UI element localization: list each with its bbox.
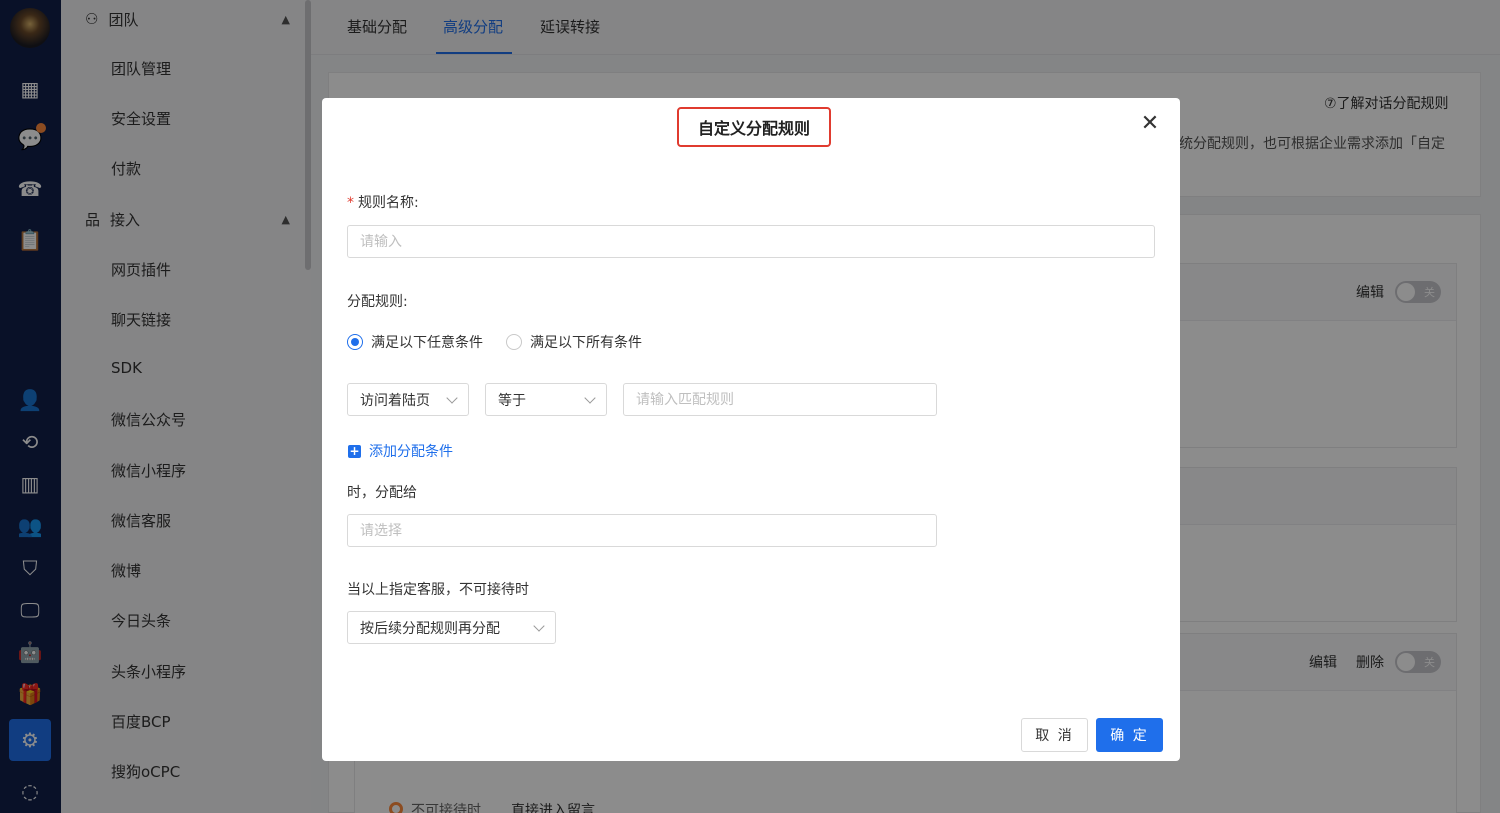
close-icon[interactable]: ✕ (1140, 113, 1160, 135)
condition-field-select[interactable]: 访问着陆页 (347, 383, 469, 416)
custom-rule-dialog: 自定义分配规则 ✕ *规则名称: 分配规则: 满足以下任意条件 满足以下所有条件… (322, 98, 1180, 761)
radio-any-condition[interactable]: 满足以下任意条件 (347, 332, 483, 352)
fallback-value: 按后续分配规则再分配 (360, 620, 500, 637)
radio-any-label: 满足以下任意条件 (371, 335, 483, 351)
add-condition-button[interactable]: + 添加分配条件 (348, 441, 453, 461)
chevron-down-icon (446, 391, 458, 404)
radio-all-label: 满足以下所有条件 (530, 335, 642, 351)
radio-checked-icon (347, 334, 363, 350)
add-condition-label: 添加分配条件 (369, 444, 453, 460)
rule-name-label-text: 规则名称: (358, 195, 419, 211)
condition-operator-select[interactable]: 等于 (485, 383, 607, 416)
plus-square-icon: + (348, 443, 361, 458)
condition-field-value: 访问着陆页 (360, 392, 430, 409)
fallback-select[interactable]: 按后续分配规则再分配 (347, 611, 556, 644)
chevron-down-icon (533, 619, 545, 632)
confirm-button[interactable]: 确 定 (1096, 718, 1163, 752)
rule-name-input[interactable] (347, 225, 1155, 258)
assign-to-select[interactable] (347, 514, 937, 547)
cancel-button[interactable]: 取 消 (1021, 718, 1088, 752)
rule-name-label: * 规则名称: (347, 192, 419, 212)
radio-all-condition[interactable]: 满足以下所有条件 (506, 332, 642, 352)
assign-rule-label: 分配规则: (347, 294, 408, 310)
required-asterisk: * (347, 195, 354, 211)
condition-operator-value: 等于 (498, 392, 526, 409)
assign-to-label: 时，分配给 (347, 485, 417, 501)
condition-value-input[interactable] (623, 383, 937, 416)
chevron-down-icon (584, 391, 596, 404)
radio-unchecked-icon (506, 334, 522, 350)
dialog-title: 自定义分配规则 (677, 107, 831, 147)
fallback-label: 当以上指定客服，不可接待时 (347, 582, 529, 598)
